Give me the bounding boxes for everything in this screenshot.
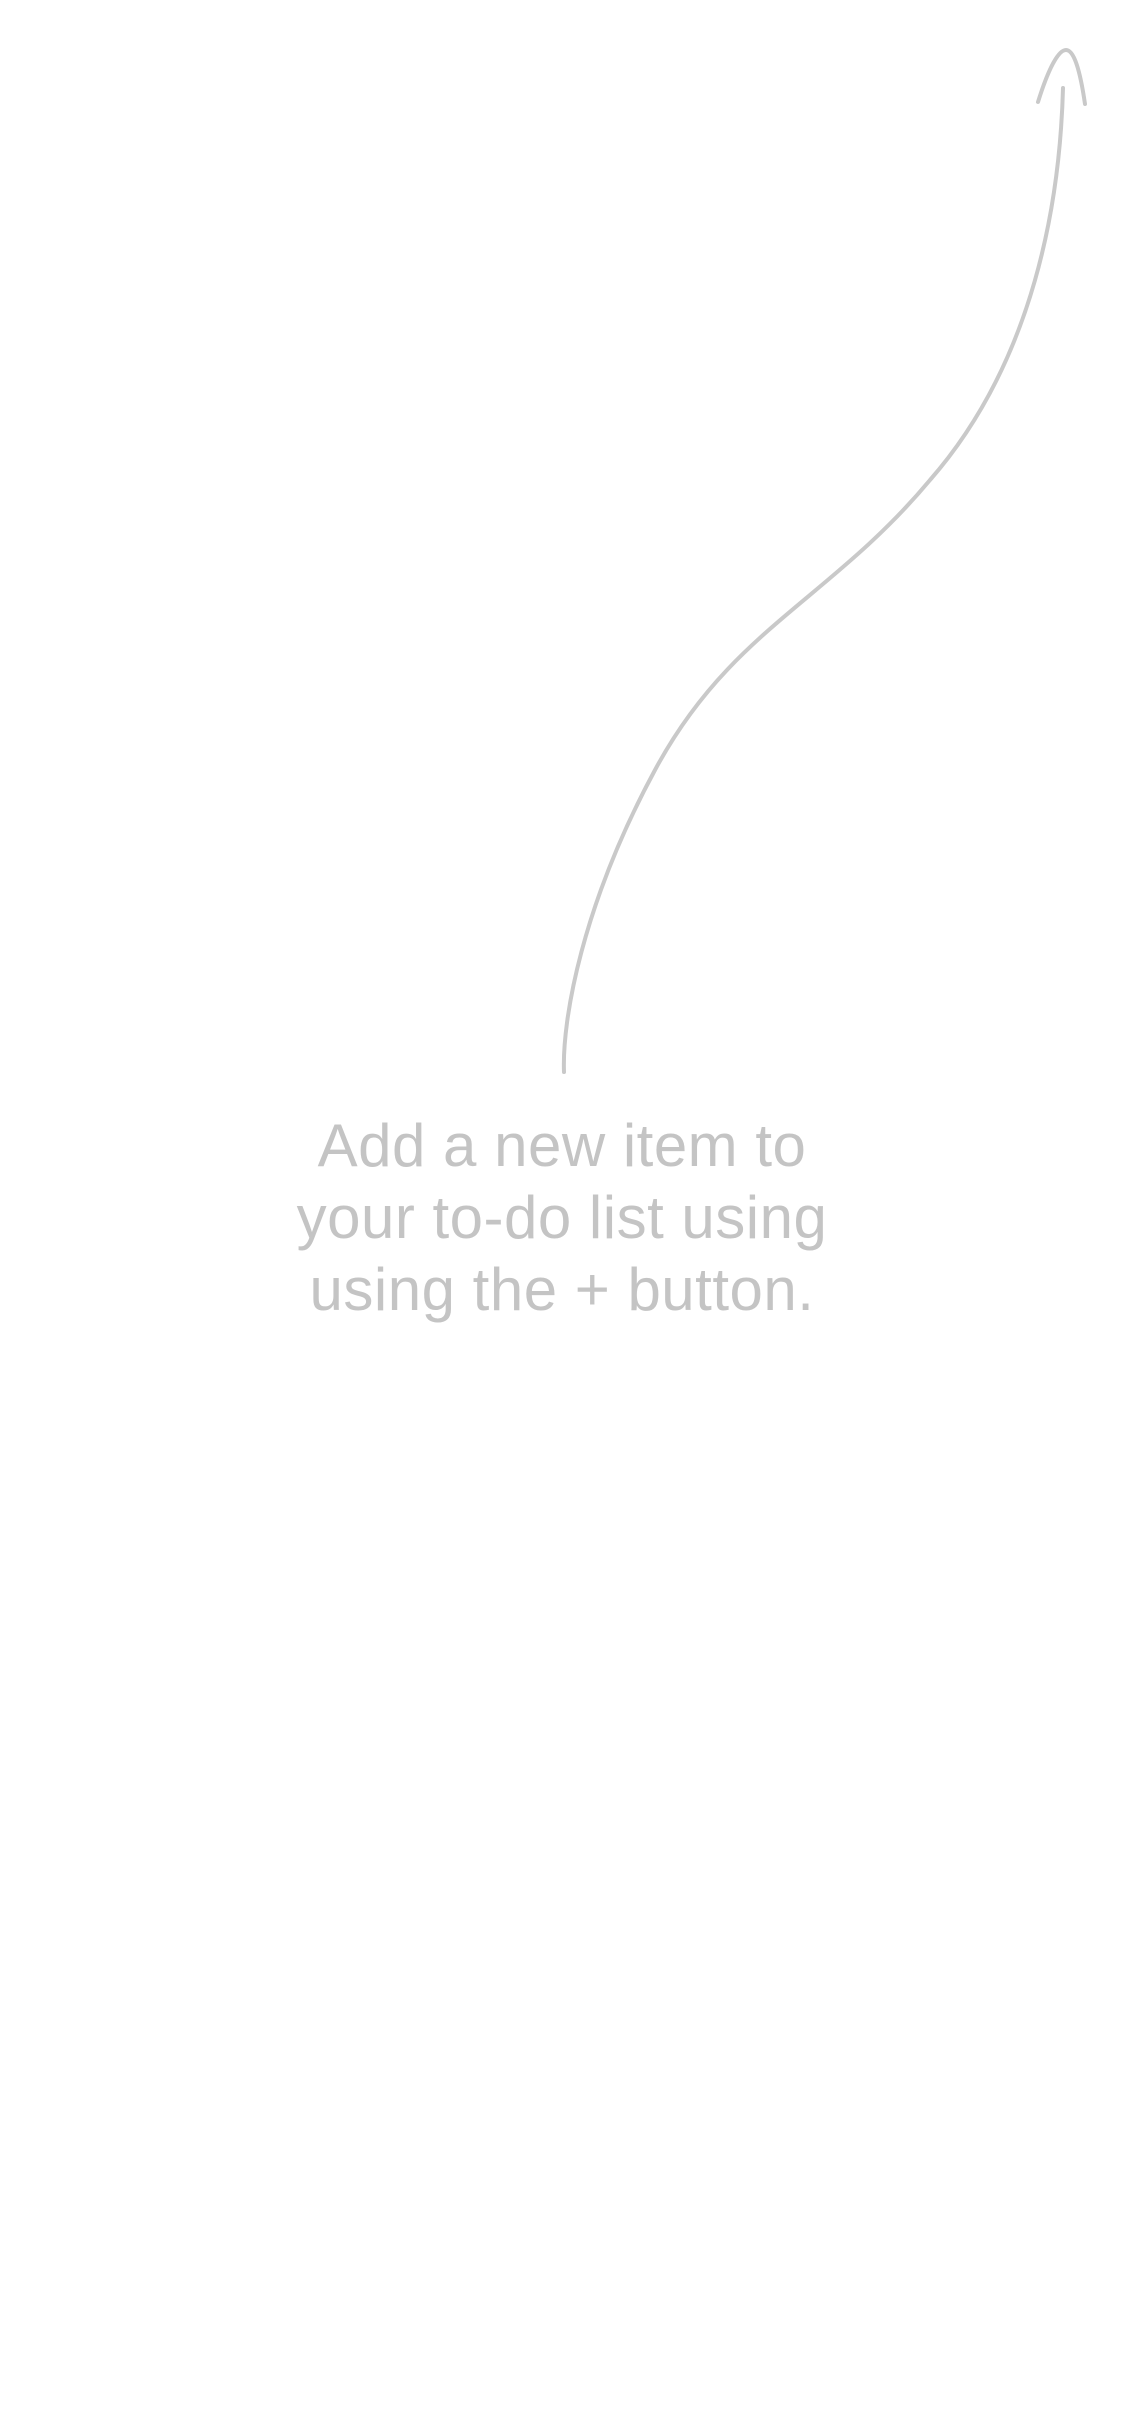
hint-line: your to-do list using: [296, 1184, 828, 1251]
arrow-shaft: [561, 86, 1065, 1074]
empty-state-hint: Add a new item to your to-do list using …: [262, 1110, 862, 1326]
hint-line: using the + button.: [309, 1256, 815, 1323]
hint-line: Add a new item to: [317, 1112, 807, 1179]
curved-arrow-up-icon: [561, 47, 1087, 1074]
empty-state: Add a new item to your to-do list using …: [0, 0, 1125, 2436]
